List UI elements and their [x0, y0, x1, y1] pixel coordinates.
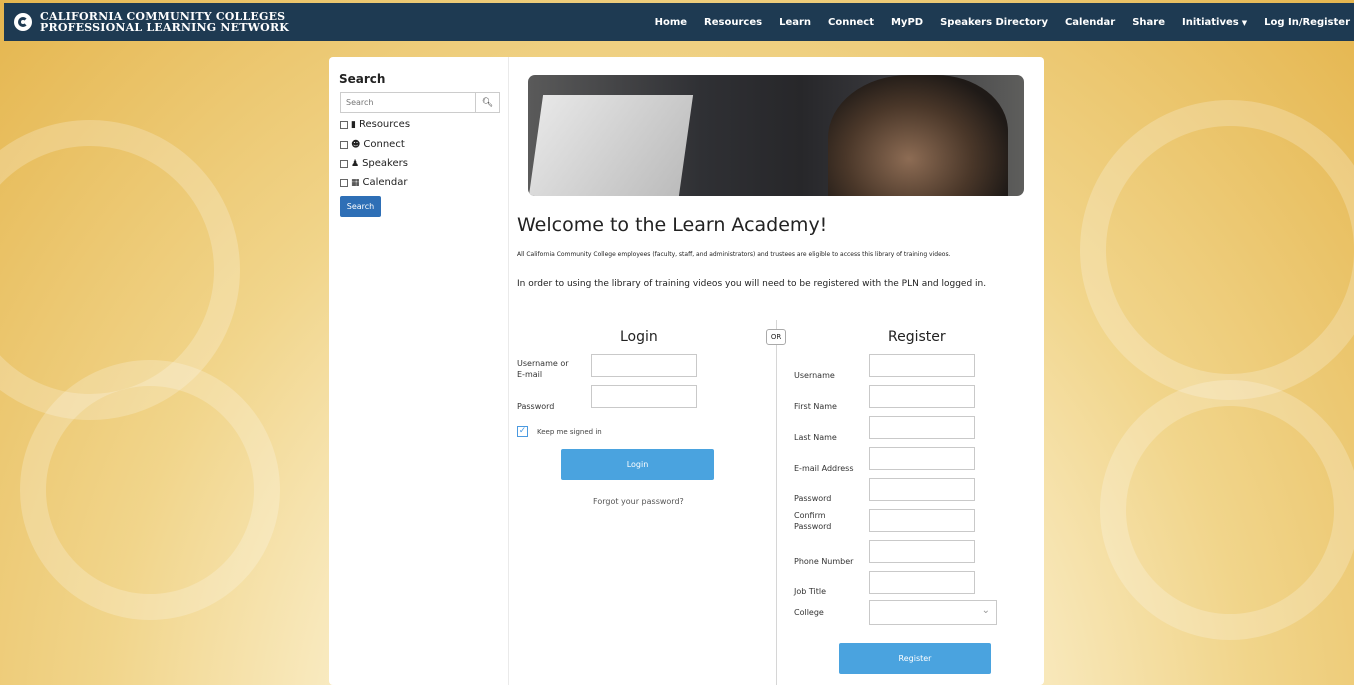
phone-number-field[interactable]: [869, 540, 975, 563]
hero-image: [528, 75, 1024, 196]
job-title-label: Job Title: [794, 587, 827, 596]
chevron-down-icon: ⌄: [981, 605, 990, 616]
brand-title: CALIFORNIA COMMUNITY COLLEGES PROFESSION…: [40, 11, 289, 33]
nav-mypd[interactable]: MyPD: [891, 17, 923, 28]
calendar-icon: ▦: [351, 177, 360, 188]
background-decoration: [1080, 100, 1354, 400]
content-panel: Search 🔍︎ ▮ Resources ☻ Connect ♟ Speake…: [329, 57, 1044, 685]
student-graphic: [828, 75, 1008, 196]
search-input[interactable]: [341, 93, 475, 112]
sidebar-title: Search: [339, 72, 386, 86]
nav-initiatives-label: Initiatives: [1182, 16, 1239, 28]
search-button[interactable]: Search: [340, 196, 381, 217]
login-password-field[interactable]: [591, 385, 697, 408]
nav-learn[interactable]: Learn: [779, 17, 811, 28]
first-name-label: First Name: [794, 402, 837, 411]
page-title: Welcome to the Learn Academy!: [517, 214, 828, 236]
document-icon: ▮: [351, 119, 356, 130]
speakers-checkbox[interactable]: [340, 159, 348, 168]
nav-share[interactable]: Share: [1132, 17, 1165, 28]
nav-home[interactable]: Home: [655, 17, 687, 28]
search-icon[interactable]: 🔍︎: [475, 93, 499, 112]
nav-speakers-directory[interactable]: Speakers Directory: [940, 17, 1048, 28]
filter-connect[interactable]: ☻ Connect: [340, 139, 405, 150]
register-username-field[interactable]: [869, 354, 975, 377]
keep-signed-in-label: Keep me signed in: [537, 427, 602, 436]
filter-speakers[interactable]: ♟ Speakers: [340, 158, 408, 169]
keep-signed-in[interactable]: ✓ Keep me signed in: [517, 426, 602, 437]
background-decoration: [20, 360, 280, 620]
nav-resources[interactable]: Resources: [704, 17, 762, 28]
column-divider: [776, 320, 777, 685]
nav-initiatives-dropdown[interactable]: Initiatives ▼: [1182, 17, 1247, 28]
connect-checkbox[interactable]: [340, 140, 348, 149]
group-icon: ☻: [351, 139, 361, 150]
email-address-field[interactable]: [869, 447, 975, 470]
register-button[interactable]: Register: [839, 643, 991, 674]
or-separator: OR: [766, 329, 786, 345]
main-nav: Home Resources Learn Connect MyPD Speake…: [638, 17, 1354, 28]
password-label: Password: [517, 402, 555, 411]
confirm-password-label: Confirm Password: [794, 511, 832, 531]
first-name-field[interactable]: [869, 385, 975, 408]
filter-resources[interactable]: ▮ Resources: [340, 119, 410, 130]
last-name-field[interactable]: [869, 416, 975, 439]
filter-label: Resources: [358, 119, 411, 130]
background-decoration: [1100, 380, 1354, 640]
user-icon: ♟: [351, 158, 360, 169]
brand-logo-link[interactable]: CALIFORNIA COMMUNITY COLLEGES PROFESSION…: [14, 11, 289, 33]
register-username-label: Username: [794, 371, 835, 380]
registration-notice: In order to using the library of trainin…: [517, 279, 987, 289]
email-address-label: E-mail Address: [794, 464, 854, 473]
brand-line-2: PROFESSIONAL LEARNING NETWORK: [40, 21, 290, 34]
top-navbar: CALIFORNIA COMMUNITY COLLEGES PROFESSION…: [4, 3, 1354, 41]
college-select[interactable]: ⌄: [869, 600, 997, 625]
laptop-screen-graphic: [528, 95, 694, 196]
resources-checkbox[interactable]: [340, 120, 348, 129]
login-title: Login: [620, 329, 658, 345]
phone-number-label: Phone Number: [794, 557, 854, 566]
caret-down-icon: ▼: [1241, 18, 1248, 27]
nav-calendar[interactable]: Calendar: [1065, 17, 1115, 28]
login-username-field[interactable]: [591, 354, 697, 377]
nav-login-register[interactable]: Log In/Register: [1264, 17, 1350, 28]
search-box: 🔍︎: [340, 92, 500, 113]
job-title-field[interactable]: [869, 571, 975, 594]
filter-calendar[interactable]: ▦ Calendar: [340, 177, 407, 188]
college-label: College: [794, 608, 824, 617]
last-name-label: Last Name: [794, 433, 837, 442]
nav-connect[interactable]: Connect: [828, 17, 874, 28]
register-password-field[interactable]: [869, 478, 975, 501]
filter-label: Calendar: [362, 177, 408, 188]
keep-signed-in-checkbox[interactable]: ✓: [517, 426, 528, 437]
college-seal-icon: [14, 13, 32, 31]
register-password-label: Password: [794, 494, 832, 503]
search-sidebar: Search 🔍︎ ▮ Resources ☻ Connect ♟ Speake…: [329, 57, 509, 685]
login-button[interactable]: Login: [561, 449, 714, 480]
filter-label: Speakers: [362, 158, 408, 169]
filter-label: Connect: [363, 139, 405, 150]
register-title: Register: [888, 329, 946, 345]
eligibility-text: All California Community College employe…: [517, 251, 951, 258]
forgot-password-link[interactable]: Forgot your password?: [593, 497, 684, 506]
confirm-password-field[interactable]: [869, 509, 975, 532]
username-email-label: Username or E-mail: [517, 359, 569, 379]
calendar-checkbox[interactable]: [340, 178, 348, 187]
